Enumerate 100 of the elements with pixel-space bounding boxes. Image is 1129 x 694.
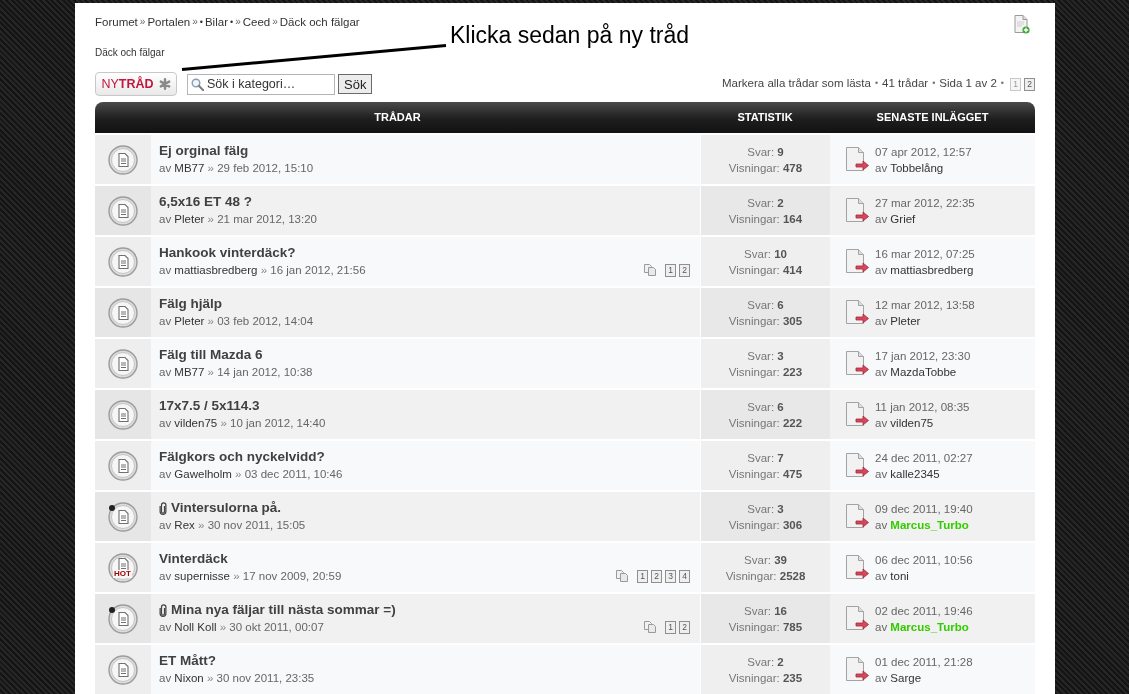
breadcrumb-separator: » <box>272 15 278 29</box>
author-link[interactable]: MB77 <box>174 366 205 378</box>
breadcrumb-link[interactable]: Bilar <box>204 15 228 29</box>
topic-icon <box>108 501 138 532</box>
replies-count: Svar: 7 <box>747 451 784 466</box>
post-date: 27 mar 2012, 22:35 <box>875 195 975 211</box>
page-link[interactable]: 3 <box>665 569 676 583</box>
author-link[interactable]: vilden75 <box>890 416 934 429</box>
post-date: 12 mar 2012, 13:58 <box>875 297 975 313</box>
breadcrumb-separator: • <box>199 16 203 29</box>
search-icon <box>191 77 204 91</box>
author-link[interactable]: mattiasbredberg <box>890 263 974 276</box>
toolbar-text: Sida 1 av 2 <box>939 76 997 92</box>
document-arrow-icon[interactable] <box>845 300 869 325</box>
author-link[interactable]: Pleter <box>890 314 921 327</box>
post-date: 16 mar 2012, 07:25 <box>875 246 975 262</box>
breadcrumb-link[interactable]: Ceed <box>242 15 271 29</box>
document-arrow-icon[interactable] <box>845 147 869 172</box>
topic-title-link[interactable]: Fälg hjälp <box>159 296 222 312</box>
views-count: Visningar: 164 <box>728 212 803 227</box>
new-document-icon[interactable] <box>1014 15 1030 34</box>
topic-title-link[interactable]: Vinterdäck <box>159 551 228 567</box>
views-count: Visningar: 235 <box>728 671 803 686</box>
replies-count: Svar: 3 <box>747 502 784 517</box>
replies-count: Svar: 6 <box>747 400 784 415</box>
topic-icon <box>108 654 138 685</box>
toolbar-separator: • <box>932 77 936 91</box>
breadcrumb-link[interactable]: Däck och fälgar <box>279 15 360 29</box>
topic-icon <box>108 450 138 481</box>
document-arrow-icon[interactable] <box>845 249 869 274</box>
document-arrow-icon[interactable] <box>845 351 869 376</box>
author-link[interactable]: Tobbelång <box>890 161 944 174</box>
last-post-byline: av Marcus_Turbo <box>875 517 970 533</box>
replies-count: Svar: 3 <box>747 349 784 364</box>
author-link[interactable]: Sarge <box>890 671 922 684</box>
topic-byline: av MB77 » 29 feb 2012, 15:10 <box>159 161 314 175</box>
post-date: 07 apr 2012, 12:57 <box>875 144 972 160</box>
views-count: Visningar: 305 <box>728 314 803 329</box>
topic-title-link[interactable]: 17x7.5 / 5x114.3 <box>159 398 260 414</box>
breadcrumb-separator: » <box>192 15 198 29</box>
page-link[interactable]: 2 <box>651 569 662 583</box>
document-arrow-icon[interactable] <box>845 453 869 478</box>
author-link[interactable]: supernisse <box>174 570 230 582</box>
author-link[interactable]: MB77 <box>174 162 205 174</box>
author-link[interactable]: Pleter <box>174 315 205 327</box>
topic-title-link[interactable]: Hankook vinterdäck? <box>159 245 296 261</box>
document-arrow-icon[interactable] <box>845 555 869 580</box>
search-button[interactable]: Sök <box>338 74 373 94</box>
topic-byline: av Gawelholm » 03 dec 2011, 10:46 <box>159 467 343 481</box>
author-link[interactable]: kalle2345 <box>890 467 940 480</box>
column-header: TRÅDAR <box>374 110 421 126</box>
author-link[interactable]: mattiasbredberg <box>174 264 258 276</box>
document-arrow-icon[interactable] <box>845 657 869 682</box>
new-topic-button[interactable]: NYTRÅD <box>95 72 177 96</box>
page-link[interactable]: 2 <box>1024 77 1035 91</box>
replies-count: Svar: 2 <box>747 196 784 211</box>
page-link[interactable]: 1 <box>637 569 648 583</box>
post-date: 09 dec 2011, 19:40 <box>875 501 973 517</box>
views-count: Visningar: 222 <box>728 416 803 431</box>
breadcrumb-link[interactable]: Portalen <box>147 15 191 29</box>
page-link[interactable]: 2 <box>679 263 690 277</box>
breadcrumb-link[interactable]: Forumet <box>95 15 138 29</box>
views-count: Visningar: 306 <box>728 518 803 533</box>
document-arrow-icon[interactable] <box>845 606 869 631</box>
mark-read-link[interactable]: Markera alla trådar som lästa <box>722 75 871 93</box>
page-link[interactable]: 2 <box>679 620 690 634</box>
topic-title-link[interactable]: ET Mått? <box>159 653 216 669</box>
author-link[interactable]: Grief <box>890 212 916 225</box>
replies-count: Svar: 2 <box>747 655 784 670</box>
document-arrow-icon[interactable] <box>845 402 869 427</box>
author-link[interactable]: Noll Koll <box>174 621 217 633</box>
author-link[interactable]: Gawelholm <box>174 468 232 480</box>
last-post-byline: av toni <box>875 568 910 584</box>
topic-icon <box>108 399 138 430</box>
author-link[interactable]: vilden75 <box>174 417 218 429</box>
author-link[interactable]: MazdaTobbe <box>890 365 957 378</box>
page-link[interactable]: 1 <box>665 263 676 277</box>
breadcrumb-separator: » <box>235 15 241 29</box>
topic-icon <box>108 603 138 634</box>
topic-byline: av supernisse » 17 nov 2009, 20:59 <box>159 569 342 583</box>
topic-title-link[interactable]: Ej orginal fälg <box>159 143 249 159</box>
page-link[interactable]: 4 <box>679 569 690 583</box>
topic-title-link[interactable]: Mina nya fäljar till nästa sommar =) <box>171 602 396 618</box>
topic-title-link[interactable]: 6,5x16 ET 48 ? <box>159 194 253 210</box>
topic-byline: av Nixon » 30 nov 2011, 23:35 <box>159 671 315 685</box>
document-arrow-icon[interactable] <box>845 198 869 223</box>
hot-label: HOT <box>113 569 132 578</box>
author-link[interactable]: Nixon <box>174 672 204 684</box>
search-field[interactable]: Sök i kategori… <box>187 73 335 95</box>
author-link[interactable]: Rex <box>174 519 195 531</box>
toolbar-text: 41 trådar <box>882 76 929 92</box>
document-arrow-icon[interactable] <box>845 504 869 529</box>
views-count: Visningar: 414 <box>728 263 803 278</box>
topic-title-link[interactable]: Vintersulorna på. <box>171 500 282 516</box>
author-link[interactable]: toni <box>890 569 909 582</box>
topic-title-link[interactable]: Fälgkors och nyckelvidd? <box>159 449 325 465</box>
author-link[interactable]: Pleter <box>174 213 205 225</box>
topic-title-link[interactable]: Fälg till Mazda 6 <box>159 347 263 363</box>
last-post-byline: av mattiasbredberg <box>875 262 975 278</box>
page-link[interactable]: 1 <box>665 620 676 634</box>
